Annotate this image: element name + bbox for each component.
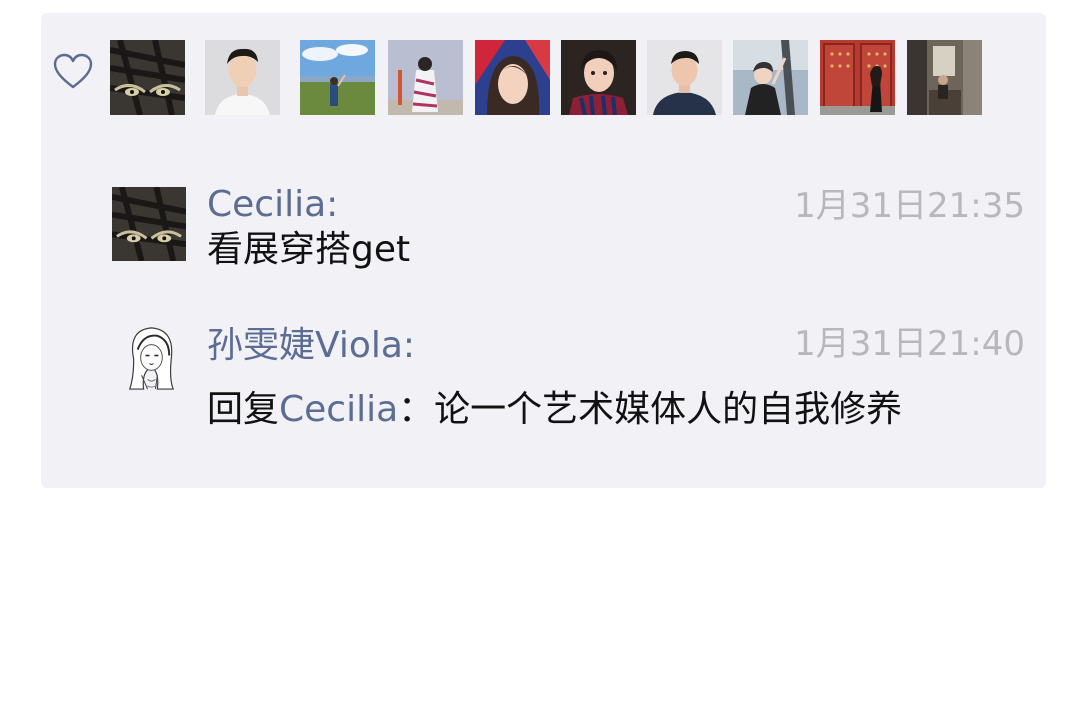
kimono-avatar[interactable] [388, 40, 463, 115]
tiger-avatar[interactable] [110, 40, 185, 115]
landscape-avatar[interactable] [300, 40, 375, 115]
heart-outline-icon[interactable] [52, 52, 94, 92]
comment-timestamp: 1月31日21:35 [794, 186, 1025, 226]
comment-timestamp: 1月31日21:40 [794, 324, 1025, 364]
comment-author[interactable]: Cecilia: [207, 187, 338, 223]
girl-jersey-avatar[interactable] [561, 40, 636, 115]
comment-text: ：论一个艺术媒体人的自我修养 [398, 389, 903, 430]
girl-dress-avatar[interactable] [733, 40, 808, 115]
comment-reply-line: 回复Cecilia：论一个艺术媒体人的自我修养 [207, 392, 902, 428]
reply-to-name[interactable]: Cecilia [279, 389, 398, 430]
reply-prefix: 回复 [207, 389, 280, 430]
comment-avatar-cecilia[interactable] [112, 187, 186, 261]
girl-selfie-avatar[interactable] [475, 40, 550, 115]
interior-avatar[interactable] [907, 40, 982, 115]
comment-avatar-viola[interactable] [112, 320, 186, 394]
man-dark-shirt-avatar[interactable] [647, 40, 722, 115]
man-white-shirt-avatar[interactable] [205, 40, 280, 115]
comment-author[interactable]: 孙雯婕Viola: [207, 328, 415, 364]
comment-text: 看展穿搭get [207, 229, 411, 270]
red-door-avatar[interactable] [820, 40, 895, 115]
